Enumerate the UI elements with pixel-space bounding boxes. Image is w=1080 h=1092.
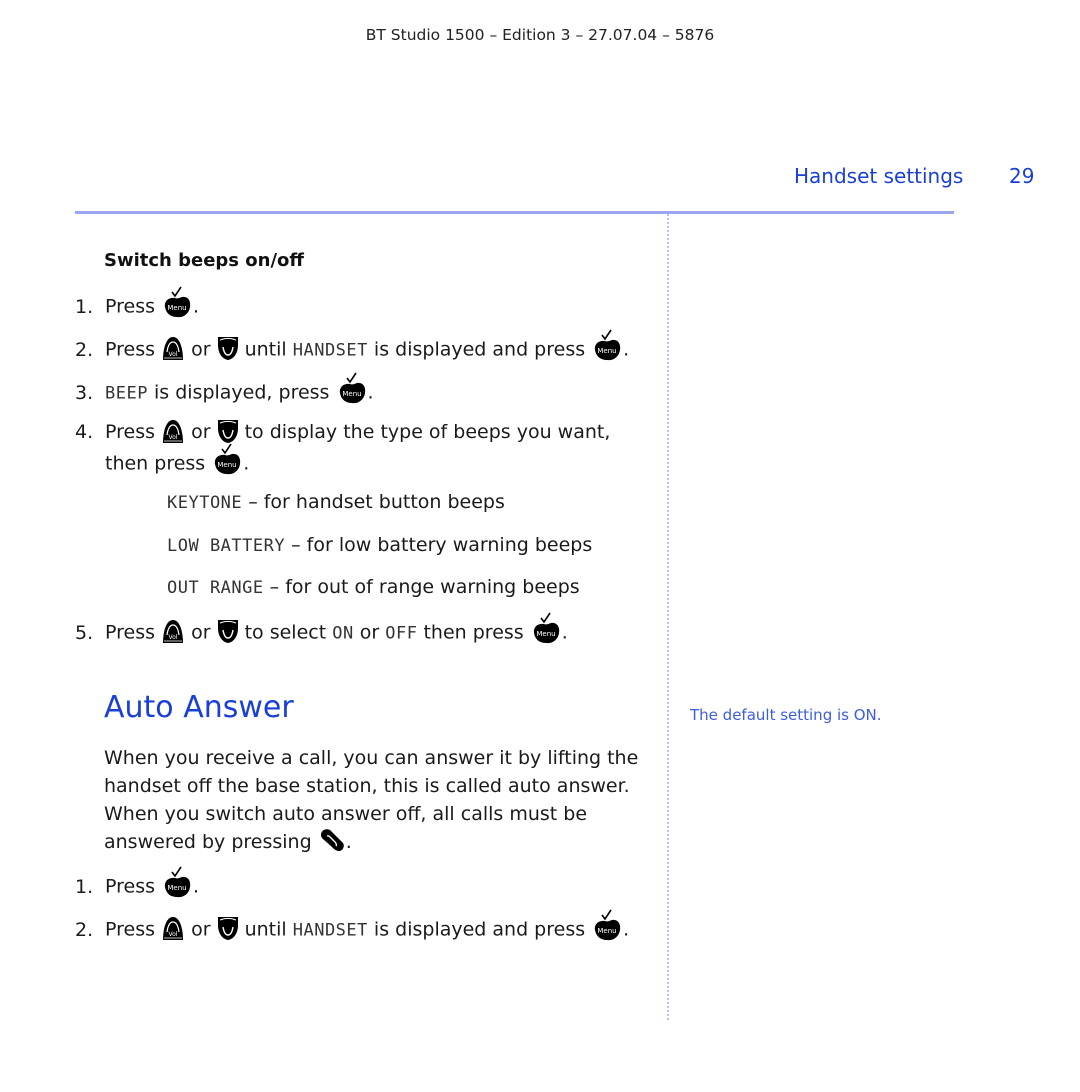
option-description: – for handset button beeps: [242, 491, 505, 513]
step-text: is displayed and press: [367, 338, 592, 361]
document-edition-meta: BT Studio 1500 – Edition 3 – 27.07.04 – …: [365, 26, 715, 44]
volume-down-icon: [217, 915, 239, 941]
beeps-step-3: 3. BEEP is displayed, press .: [75, 376, 374, 410]
step-number: 1.: [75, 295, 94, 318]
step-text: .: [623, 338, 630, 361]
auto-answer-heading: Auto Answer: [104, 690, 294, 725]
auto-answer-description: When you receive a call, you can answer …: [104, 744, 649, 856]
column-divider: [667, 214, 669, 1020]
lcd-text-off: OFF: [385, 623, 418, 644]
auto-answer-step-1: 1. Press .: [75, 870, 199, 904]
beeps-step-5: 5. Press or to select ON or OFF then pres…: [75, 616, 568, 650]
volume-up-icon: [161, 335, 185, 361]
paragraph-text: When you receive a call, you can answer …: [104, 747, 639, 853]
step-text: is displayed and press: [367, 918, 592, 941]
step-text: Press: [105, 338, 162, 361]
step-text: or: [353, 621, 386, 644]
step-text: to select: [238, 621, 333, 644]
page-number: 29: [1009, 164, 1035, 188]
step-number: 2.: [75, 338, 94, 361]
lcd-text-out-range: OUT RANGE: [167, 578, 264, 598]
step-text: until: [238, 338, 293, 361]
menu-button-icon: [531, 611, 561, 645]
menu-button-icon: [592, 328, 622, 362]
step-text: .: [623, 918, 630, 941]
step-number: 1.: [75, 875, 94, 898]
step-text: Press: [105, 875, 162, 898]
auto-answer-step-2: 2. Press or until HANDSET is displayed an…: [75, 913, 629, 947]
lcd-text-handset: HANDSET: [292, 920, 368, 941]
volume-up-icon: [161, 618, 185, 644]
paragraph-text: .: [345, 831, 352, 853]
step-text: then press: [105, 452, 212, 475]
step-number: 2.: [75, 918, 94, 941]
step-number: 4.: [75, 421, 94, 443]
beeps-step-4-continued: then press .: [105, 447, 249, 481]
beeps-step-1: 1. Press .: [75, 290, 199, 324]
step-text: is displayed, press: [147, 381, 336, 404]
switch-beeps-heading: Switch beeps on/off: [104, 250, 304, 271]
step-text: or: [185, 338, 217, 361]
header-divider: [75, 211, 954, 214]
volume-down-icon: [217, 418, 239, 444]
step-text: until: [238, 918, 293, 941]
beep-option-keytone: KEYTONE – for handset button beeps: [167, 488, 505, 517]
step-text: Press: [105, 295, 162, 318]
step-text: or: [185, 918, 217, 941]
beep-option-out-range: OUT RANGE – for out of range warning bee…: [167, 573, 580, 602]
menu-button-icon: [592, 908, 622, 942]
lcd-text-low-battery: LOW BATTERY: [167, 536, 286, 556]
step-text: Press: [105, 918, 162, 941]
talk-button-icon: [318, 827, 346, 853]
step-text: .: [243, 452, 250, 475]
volume-up-icon: [161, 418, 185, 444]
option-description: – for low battery warning beeps: [285, 534, 593, 556]
step-text: to display the type of beeps you want,: [238, 421, 611, 443]
volume-down-icon: [217, 335, 239, 361]
menu-button-icon: [337, 371, 367, 405]
lcd-text-keytone: KEYTONE: [167, 493, 243, 513]
step-text: .: [367, 381, 374, 404]
step-text: .: [193, 875, 200, 898]
lcd-text-on: ON: [332, 623, 354, 644]
step-text: Press: [105, 421, 162, 443]
lcd-text-handset: HANDSET: [292, 340, 368, 361]
step-text: .: [193, 295, 200, 318]
volume-down-icon: [217, 618, 239, 644]
step-text: Press: [105, 621, 162, 644]
step-text: then press: [417, 621, 530, 644]
step-text: or: [185, 421, 217, 443]
option-description: – for out of range warning beeps: [263, 576, 580, 598]
menu-button-icon: [162, 285, 192, 319]
step-number: 5.: [75, 621, 94, 644]
beeps-step-2: 2. Press or until HANDSET is displayed an…: [75, 333, 629, 367]
step-text: or: [185, 621, 217, 644]
lcd-text-beep: BEEP: [105, 383, 148, 404]
menu-button-icon: [212, 442, 242, 476]
section-title: Handset settings: [794, 164, 964, 188]
beep-option-low-battery: LOW BATTERY – for low battery warning be…: [167, 531, 592, 560]
step-text: .: [561, 621, 568, 644]
default-setting-note: The default setting is ON.: [690, 706, 882, 724]
beeps-step-4: 4. Press or to display the type of beeps …: [75, 418, 610, 446]
step-number: 3.: [75, 381, 94, 404]
volume-up-icon: [161, 915, 185, 941]
menu-button-icon: [162, 865, 192, 899]
